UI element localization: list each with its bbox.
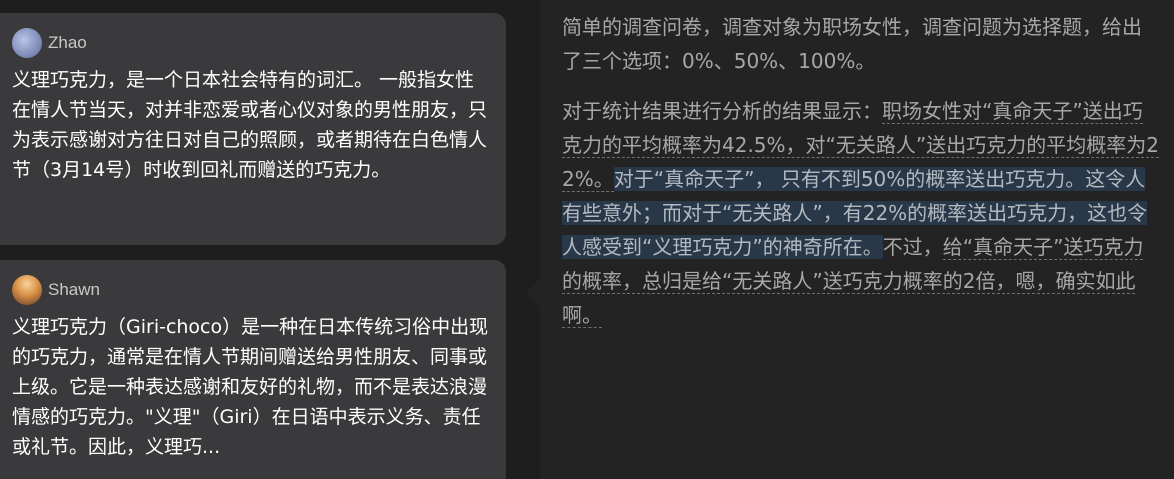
reading-view: Zhao 义理巧克力，是一个日本社会特有的词汇。 一般指女性在情人节当天，对并非… [0,0,1174,479]
comment-username[interactable]: Shawn [48,280,100,300]
user-avatar-icon[interactable] [12,275,42,305]
comment-username[interactable]: Zhao [48,33,87,53]
comment-panel: Zhao 义理巧克力，是一个日本社会特有的词汇。 一般指女性在情人节当天，对并非… [0,0,526,479]
article-pane: 简单的调查问卷，调查对象为职场女性，调查问题为选择题，给出了三个选项：0%、50… [540,0,1174,479]
comment-card[interactable]: Shawn 义理巧克力（Giri-choco）是一种在日本传统习俗中出现的巧克力… [0,260,506,479]
paragraph-text: 对于统计结果进行分析的结果显示： [562,99,882,123]
comment-text: 义理巧克力（Giri-choco）是一种在日本传统习俗中出现的巧克力，通常是在情… [12,316,489,458]
comment-text: 义理巧克力，是一个日本社会特有的词汇。 一般指女性在情人节当天，对并非恋爱或者心… [12,69,488,181]
comment-pointer [526,279,540,307]
comment-header: Shawn [12,274,492,306]
paragraph-text: 不过， [882,235,943,259]
comment-card[interactable]: Zhao 义理巧克力，是一个日本社会特有的词汇。 一般指女性在情人节当天，对并非… [0,13,506,245]
article-paragraph: 对于统计结果进行分析的结果显示：职场女性对“真命天子”送出巧克力的平均概率为42… [562,94,1160,332]
user-avatar-icon[interactable] [12,28,42,58]
article-paragraph: 简单的调查问卷，调查对象为职场女性，调查问题为选择题，给出了三个选项：0%、50… [562,15,1142,73]
comment-header: Zhao [12,27,492,59]
